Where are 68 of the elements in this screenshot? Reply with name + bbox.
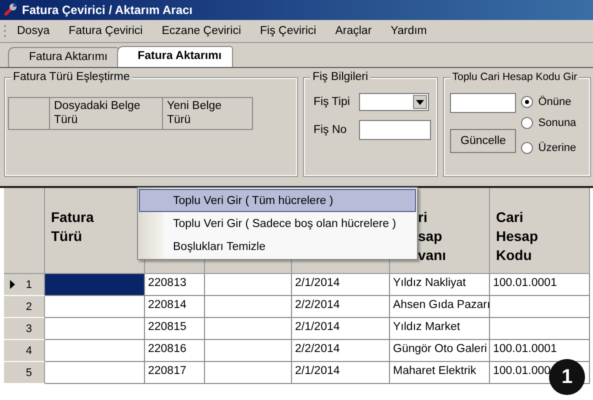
table-cell[interactable]: 100.01.0001 bbox=[490, 274, 590, 296]
table-cell[interactable]: Yıldız Nakliyat bbox=[390, 274, 490, 296]
menu-item[interactable]: Yardım bbox=[380, 25, 436, 37]
column-header[interactable]: Cari Hesap Kodu bbox=[490, 188, 590, 274]
table-cell[interactable] bbox=[205, 274, 292, 296]
column-header[interactable]: Fatura Türü bbox=[45, 188, 145, 274]
table-cell[interactable]: 2/2/2014 bbox=[292, 340, 390, 362]
radio-option[interactable]: Üzerine bbox=[521, 139, 576, 156]
dropdown-field[interactable] bbox=[359, 93, 430, 111]
input-field[interactable] bbox=[450, 93, 516, 113]
menu-item[interactable]: Araçlar bbox=[325, 25, 381, 37]
table-cell[interactable]: Maharet Elektrik bbox=[390, 362, 490, 384]
table-cell[interactable] bbox=[45, 362, 145, 384]
table-cell[interactable] bbox=[45, 340, 145, 362]
grip-icon bbox=[3, 24, 7, 38]
table-cell[interactable]: 2/2/2014 bbox=[292, 296, 390, 318]
radio-option[interactable]: Sonuna bbox=[521, 114, 576, 131]
column-header: Dosyadaki Belge Türü bbox=[50, 98, 163, 129]
group-title: Toplu Cari Hesap Kodu Gir bbox=[450, 71, 580, 83]
table-cell[interactable]: Güngör Oto Galeri bbox=[390, 340, 490, 362]
window-title: Fatura Çevirici / Aktarım Aracı bbox=[22, 3, 193, 17]
field-label: Fiş Tipi bbox=[313, 96, 351, 108]
wrench-icon bbox=[2, 2, 18, 18]
group-title: Fiş Bilgileri bbox=[310, 71, 370, 83]
table-cell[interactable] bbox=[490, 296, 590, 318]
menu-item[interactable]: Dosya bbox=[7, 25, 59, 37]
field-label: Fiş No bbox=[313, 124, 348, 136]
context-menu-item[interactable]: Toplu Veri Gir ( Tüm hücrelere ) bbox=[139, 189, 416, 212]
radio-button[interactable] bbox=[521, 142, 534, 154]
table-cell[interactable] bbox=[490, 318, 590, 340]
table-cell[interactable]: 2/1/2014 bbox=[292, 274, 390, 296]
row-header[interactable]: 2 bbox=[4, 296, 45, 318]
table-cell[interactable]: 220815 bbox=[145, 318, 205, 340]
row-header[interactable]: 5 bbox=[4, 362, 45, 384]
table-cell[interactable] bbox=[45, 296, 145, 318]
table-cell[interactable]: 220816 bbox=[145, 340, 205, 362]
radio-label: Sonuna bbox=[538, 116, 576, 128]
table-cell[interactable]: 220813 bbox=[145, 274, 205, 296]
group-title: Fatura Türü Eşleştirme bbox=[11, 71, 132, 83]
update-button[interactable]: Güncelle bbox=[450, 129, 516, 153]
radio-button[interactable] bbox=[521, 116, 534, 128]
tab[interactable]: Fatura Aktarımı bbox=[116, 46, 233, 67]
table-cell[interactable] bbox=[205, 340, 292, 362]
radio-label: Önüne bbox=[538, 96, 572, 108]
radio-option[interactable]: Önüne bbox=[521, 93, 576, 110]
radio-label: Üzerine bbox=[538, 142, 576, 154]
table-cell[interactable] bbox=[45, 274, 145, 296]
dropdown-arrow-icon bbox=[416, 100, 424, 104]
table-cell[interactable]: 2/1/2014 bbox=[292, 362, 390, 384]
row-header[interactable]: 3 bbox=[4, 318, 45, 340]
row-header[interactable]: 4 bbox=[4, 340, 45, 362]
menu-item[interactable]: Fatura Çevirici bbox=[58, 25, 152, 37]
menu-item[interactable]: Fiş Çevirici bbox=[250, 25, 326, 37]
table-cell[interactable]: 220814 bbox=[145, 296, 205, 318]
table-cell[interactable] bbox=[205, 362, 292, 384]
menu-item[interactable]: Eczane Çevirici bbox=[152, 25, 250, 37]
radio-button[interactable] bbox=[521, 96, 534, 108]
table-cell[interactable]: Ahsen Gıda Pazarı bbox=[390, 296, 490, 318]
table-cell[interactable] bbox=[45, 318, 145, 340]
table-cell[interactable] bbox=[205, 296, 292, 318]
current-row-icon bbox=[10, 280, 15, 289]
row-header[interactable]: 1 bbox=[4, 274, 45, 296]
table-cell[interactable]: Yıldız Market bbox=[390, 318, 490, 340]
table-cell[interactable]: 2/1/2014 bbox=[292, 318, 390, 340]
column-header: Yeni Belge Türü bbox=[166, 99, 223, 128]
table-cell[interactable]: 220817 bbox=[145, 362, 205, 384]
table-cell[interactable] bbox=[205, 318, 292, 340]
input-field[interactable] bbox=[359, 120, 432, 140]
